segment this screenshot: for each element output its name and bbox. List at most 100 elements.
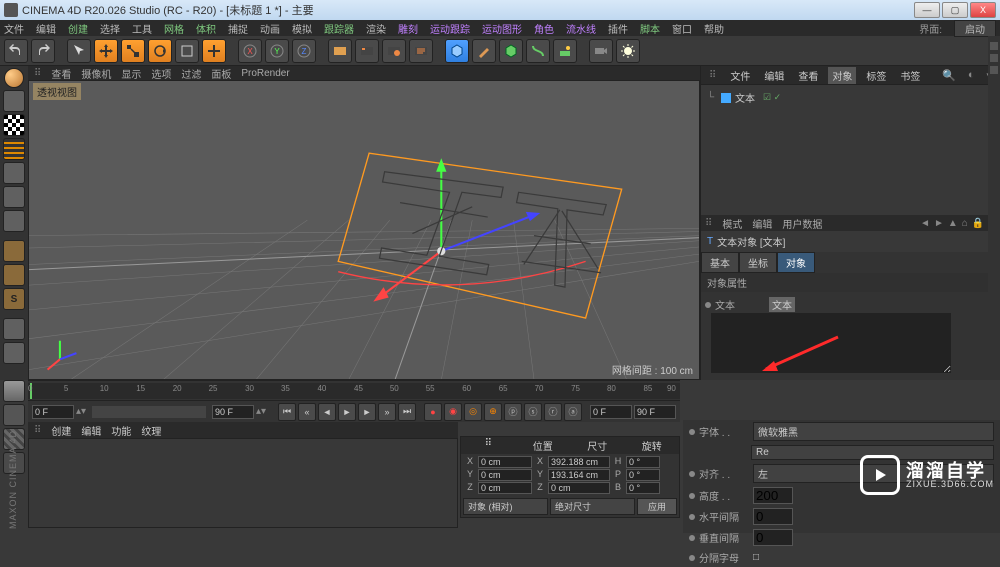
coords-y-pos[interactable] bbox=[478, 469, 532, 481]
coords-h-rot[interactable] bbox=[626, 456, 660, 468]
mat-tab-tex[interactable]: 纹理 bbox=[141, 423, 161, 438]
rsb-icon-3[interactable] bbox=[990, 66, 998, 74]
play-fwd-button[interactable]: ► bbox=[338, 403, 356, 421]
axis-x-button[interactable]: X bbox=[238, 39, 262, 63]
menu-create[interactable]: 创建 bbox=[68, 21, 88, 36]
coords-p-rot[interactable] bbox=[626, 469, 660, 481]
attr-font-dropdown[interactable]: 微软雅黑 bbox=[753, 422, 994, 441]
last-tool[interactable] bbox=[175, 39, 199, 63]
menu-select[interactable]: 选择 bbox=[100, 21, 120, 36]
maximize-button[interactable]: ▢ bbox=[942, 2, 968, 18]
close-button[interactable]: X bbox=[970, 2, 996, 18]
om-tab-file[interactable]: 文件 bbox=[726, 67, 754, 84]
axis-z-button[interactable]: Z bbox=[292, 39, 316, 63]
object-manager-tree[interactable]: └ 文本 ☑ ✓ bbox=[701, 84, 1000, 215]
timeline-ruler[interactable]: 0 5 10 15 20 25 30 35 40 45 50 55 60 65 … bbox=[28, 383, 680, 399]
next-frame-button[interactable]: ► bbox=[358, 403, 376, 421]
snap-s-button[interactable]: S bbox=[3, 288, 25, 310]
menu-char[interactable]: 角色 bbox=[534, 21, 554, 36]
coords-x-size[interactable] bbox=[548, 456, 610, 468]
key-a-button[interactable]: ⓐ bbox=[564, 403, 582, 421]
menu-mograph[interactable]: 运动图形 bbox=[482, 21, 522, 36]
mat-tab-edit[interactable]: 编辑 bbox=[81, 423, 101, 438]
key-s-button[interactable]: ⓢ bbox=[524, 403, 542, 421]
minimize-button[interactable]: — bbox=[914, 2, 940, 18]
select-tool[interactable] bbox=[67, 39, 91, 63]
menu-sim[interactable]: 模拟 bbox=[292, 21, 312, 36]
key-r-button[interactable]: ⓡ bbox=[544, 403, 562, 421]
layers-1-button[interactable] bbox=[3, 380, 25, 402]
coords-y-size[interactable] bbox=[548, 469, 610, 481]
attr-tab-edit[interactable]: 编辑 bbox=[752, 216, 772, 231]
attr-sepchar-checkbox[interactable]: □ bbox=[753, 552, 759, 563]
coords-apply-button[interactable]: 应用 bbox=[637, 498, 677, 515]
menu-edit[interactable]: 编辑 bbox=[36, 21, 56, 36]
menu-plugins[interactable]: 插件 bbox=[608, 21, 628, 36]
menu-sculpt[interactable]: 雕刻 bbox=[398, 21, 418, 36]
vp-menu-panel[interactable]: 面板 bbox=[211, 66, 231, 81]
goto-end-button[interactable]: ⏭ bbox=[398, 403, 416, 421]
model-mode-button[interactable] bbox=[3, 90, 25, 112]
point-mode-button[interactable] bbox=[3, 162, 25, 184]
light-button[interactable] bbox=[616, 39, 640, 63]
axis-y-button[interactable]: Y bbox=[265, 39, 289, 63]
attr-text-input[interactable] bbox=[711, 313, 951, 373]
edge-mode-button[interactable] bbox=[3, 186, 25, 208]
vp-menu-display[interactable]: 显示 bbox=[121, 66, 141, 81]
attr-subtab-coord[interactable]: 坐标 bbox=[739, 252, 777, 273]
attr-align-dropdown[interactable]: 左 bbox=[753, 464, 994, 483]
menu-snap[interactable]: 捕捉 bbox=[228, 21, 248, 36]
render-pv-button[interactable] bbox=[355, 39, 379, 63]
vp-menu-prorender[interactable]: ProRender bbox=[241, 68, 289, 79]
om-eye-icon[interactable]: ◐ bbox=[964, 68, 979, 83]
rsb-icon-2[interactable] bbox=[990, 54, 998, 62]
render-settings-button[interactable] bbox=[382, 39, 406, 63]
primitive-cube-button[interactable] bbox=[445, 39, 469, 63]
attr-hspace-input[interactable] bbox=[753, 508, 793, 525]
coords-z-size[interactable] bbox=[548, 482, 610, 494]
attr-tab-userdata[interactable]: 用户数据 bbox=[782, 216, 822, 231]
coords-x-pos[interactable] bbox=[478, 456, 532, 468]
generator-button[interactable] bbox=[499, 39, 523, 63]
attr-subtab-basic[interactable]: 基本 bbox=[701, 252, 739, 273]
menu-motrack[interactable]: 运动跟踪 bbox=[430, 21, 470, 36]
keyframe-sel-button[interactable]: ◎ bbox=[464, 403, 482, 421]
frame-start2-input[interactable] bbox=[590, 405, 632, 419]
key-p-button[interactable]: ⓟ bbox=[504, 403, 522, 421]
prev-key-button[interactable]: « bbox=[298, 403, 316, 421]
menu-volume[interactable]: 体积 bbox=[196, 21, 216, 36]
om-tab-bookmarks[interactable]: 书签 bbox=[896, 67, 924, 84]
coords-z-pos[interactable] bbox=[478, 482, 532, 494]
workplane-mode-button[interactable] bbox=[3, 138, 25, 160]
prev-frame-button[interactable]: ◄ bbox=[318, 403, 336, 421]
vp-menu-view[interactable]: 查看 bbox=[51, 66, 71, 81]
coords-b-rot[interactable] bbox=[626, 482, 660, 494]
render-queue-button[interactable] bbox=[409, 39, 433, 63]
object-tree-item-text[interactable]: └ 文本 ☑ ✓ bbox=[705, 89, 996, 106]
attr-nav-fwd-icon[interactable]: ► bbox=[934, 218, 944, 229]
attr-lock-icon[interactable]: 🔒 bbox=[972, 218, 984, 229]
menu-script[interactable]: 脚本 bbox=[640, 21, 660, 36]
vp-menu-filter[interactable]: 过滤 bbox=[181, 66, 201, 81]
layers-2-button[interactable] bbox=[3, 404, 25, 426]
goto-start-button[interactable]: ⏮ bbox=[278, 403, 296, 421]
menu-tracker[interactable]: 跟踪器 bbox=[324, 21, 354, 36]
texture-mode-button[interactable] bbox=[3, 114, 25, 136]
camera-button[interactable] bbox=[589, 39, 613, 63]
om-tab-tags[interactable]: 标签 bbox=[862, 67, 890, 84]
menu-help[interactable]: 帮助 bbox=[704, 21, 724, 36]
menu-pipeline[interactable]: 流水线 bbox=[566, 21, 596, 36]
attr-height-input[interactable] bbox=[753, 487, 793, 504]
spline-pen-button[interactable] bbox=[472, 39, 496, 63]
attr-tab-mode[interactable]: 模式 bbox=[722, 216, 742, 231]
coords-size-mode-dropdown[interactable]: 绝对尺寸 bbox=[550, 498, 635, 515]
menu-file[interactable]: 文件 bbox=[4, 21, 24, 36]
attr-home-icon[interactable]: ⌂ bbox=[962, 218, 968, 229]
locked-workplane-button[interactable] bbox=[3, 342, 25, 364]
object-visibility-toggles[interactable]: ☑ ✓ bbox=[763, 92, 781, 103]
autokey-button[interactable]: ◉ bbox=[444, 403, 462, 421]
freehand-tool[interactable] bbox=[202, 39, 226, 63]
render-view-button[interactable] bbox=[328, 39, 352, 63]
attr-font-style-dropdown[interactable]: Re bbox=[751, 445, 994, 460]
layout-dropdown[interactable]: 启动 bbox=[954, 20, 996, 37]
